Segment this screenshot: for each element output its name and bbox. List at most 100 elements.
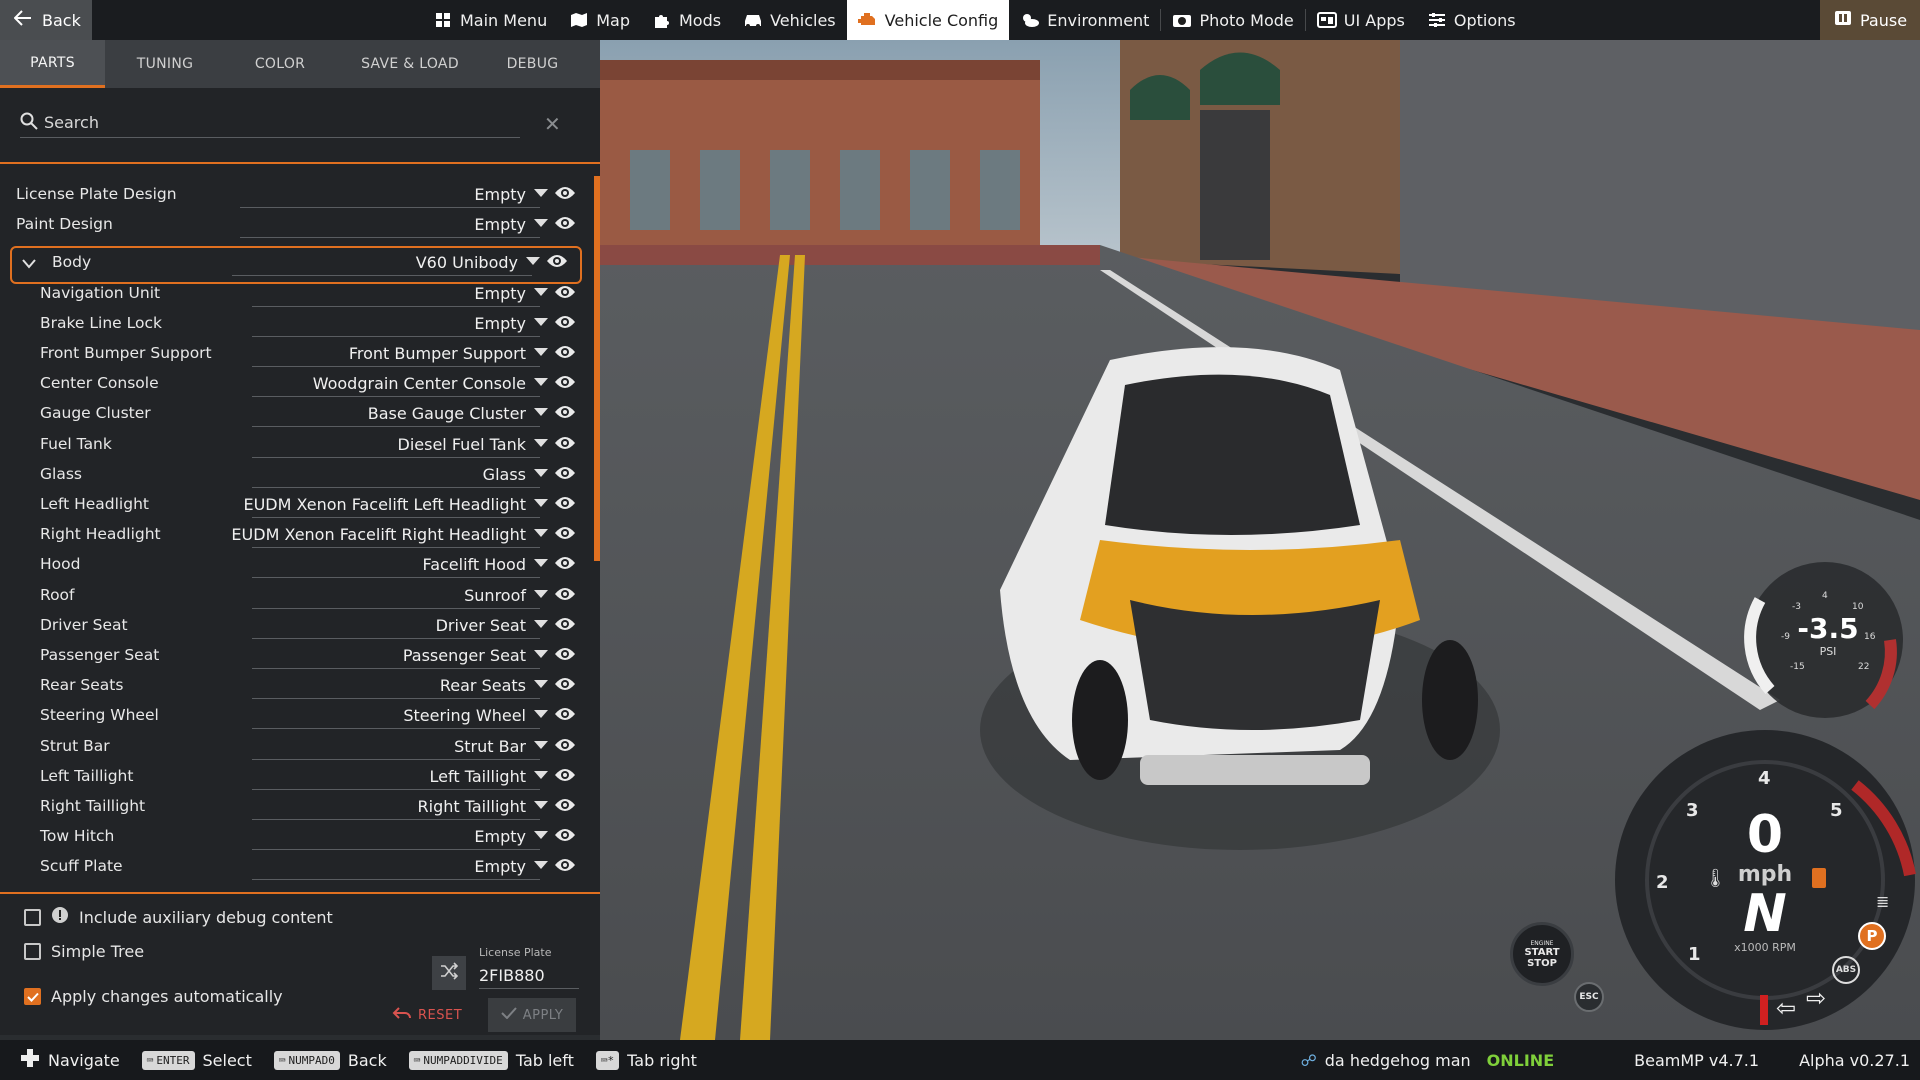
tab-parts[interactable]: PARTS <box>0 40 105 88</box>
eye-icon[interactable] <box>554 284 576 300</box>
eye-icon[interactable] <box>554 435 576 451</box>
part-dropdown-value[interactable]: Empty <box>474 284 526 303</box>
part-dropdown-value[interactable]: Empty <box>474 215 526 234</box>
eye-icon[interactable] <box>554 646 576 662</box>
tab-tuning[interactable]: TUNING <box>105 40 225 88</box>
apply-button[interactable]: APPLY <box>488 998 576 1032</box>
part-row[interactable]: Right Headlight EUDM Xenon Facelift Right… <box>0 520 600 550</box>
eye-icon[interactable] <box>554 215 576 231</box>
part-dropdown-value[interactable]: Passenger Seat <box>403 646 526 665</box>
dropdown-arrow-icon[interactable] <box>534 680 548 689</box>
esc-button[interactable]: ESC <box>1574 982 1604 1012</box>
reset-button[interactable]: RESET <box>392 1006 462 1024</box>
part-dropdown-value[interactable]: Facelift Hood <box>422 555 526 574</box>
part-row[interactable]: Front Bumper Support Front Bumper Support <box>0 339 600 369</box>
simple-tree-checkbox[interactable] <box>24 943 41 960</box>
eye-icon[interactable] <box>554 767 576 783</box>
part-dropdown-value[interactable]: Front Bumper Support <box>349 344 526 363</box>
pause-button[interactable]: Pause <box>1820 0 1920 40</box>
dropdown-arrow-icon[interactable] <box>534 650 548 658</box>
simple-tree-option[interactable]: Simple Tree <box>24 942 144 961</box>
part-dropdown-value[interactable]: Empty <box>474 185 526 204</box>
eye-icon[interactable] <box>554 525 576 541</box>
part-row[interactable]: Right Taillight Right Taillight <box>0 792 600 822</box>
part-row[interactable]: Left Headlight EUDM Xenon Facelift Left H… <box>0 490 600 520</box>
part-row[interactable]: Brake Line Lock Empty <box>0 309 600 339</box>
part-dropdown-value[interactable]: Rear Seats <box>440 676 526 695</box>
close-icon[interactable]: ✕ <box>544 112 561 136</box>
part-dropdown-value[interactable]: Glass <box>483 465 526 484</box>
dropdown-arrow-icon[interactable] <box>534 589 548 598</box>
nav-map[interactable]: Map <box>558 0 641 40</box>
eye-icon[interactable] <box>554 344 576 360</box>
aux-debug-checkbox[interactable] <box>24 908 41 926</box>
nav-mods[interactable]: Mods <box>641 0 732 40</box>
dropdown-arrow-icon[interactable] <box>534 619 548 628</box>
dropdown-arrow-icon[interactable] <box>534 408 548 417</box>
nav-ui-apps[interactable]: UI Apps <box>1306 0 1416 40</box>
part-row[interactable]: Paint Design Empty <box>0 210 600 240</box>
dropdown-arrow-icon[interactable] <box>534 831 548 840</box>
nav-vehicle-config[interactable]: Vehicle Config <box>846 0 1010 40</box>
dropdown-arrow-icon[interactable] <box>534 438 548 447</box>
apply-auto-option[interactable]: Apply changes automatically <box>24 987 283 1006</box>
part-row[interactable]: Roof Sunroof <box>0 581 600 611</box>
aux-debug-option[interactable]: Include auxiliary debug content <box>24 906 333 928</box>
eye-icon[interactable] <box>554 797 576 813</box>
part-dropdown-value[interactable]: Left Taillight <box>430 767 526 786</box>
part-row[interactable]: Passenger Seat Passenger Seat <box>0 641 600 671</box>
eye-icon[interactable] <box>554 827 576 843</box>
part-dropdown-value[interactable]: Right Taillight <box>418 797 527 816</box>
part-dropdown-value[interactable]: EUDM Xenon Facelift Left Headlight <box>243 495 526 514</box>
dropdown-arrow-icon[interactable] <box>534 710 548 719</box>
chevron-down-icon[interactable] <box>22 254 36 273</box>
part-dropdown-value[interactable]: Woodgrain Center Console <box>313 374 526 393</box>
part-row[interactable]: Hood Facelift Hood <box>0 550 600 580</box>
eye-icon[interactable] <box>554 737 576 753</box>
dropdown-arrow-icon[interactable] <box>534 770 548 779</box>
dropdown-arrow-icon[interactable] <box>526 257 540 266</box>
part-row[interactable]: Steering Wheel Steering Wheel <box>0 701 600 731</box>
dropdown-arrow-icon[interactable] <box>534 219 548 228</box>
apply-auto-checkbox[interactable] <box>24 988 41 1005</box>
eye-icon[interactable] <box>554 465 576 481</box>
dropdown-arrow-icon[interactable] <box>534 861 548 870</box>
nav-photo-mode[interactable]: Photo Mode <box>1161 0 1304 40</box>
part-row[interactable]: Center Console Woodgrain Center Console <box>0 369 600 399</box>
eye-icon[interactable] <box>554 616 576 632</box>
part-dropdown-value[interactable]: V60 Unibody <box>416 253 518 272</box>
part-row[interactable]: License Plate Design Empty <box>0 180 600 210</box>
back-button[interactable]: Back <box>0 0 92 40</box>
part-dropdown-value[interactable]: Base Gauge Cluster <box>368 404 526 423</box>
eye-icon[interactable] <box>554 676 576 692</box>
part-row[interactable]: Gauge Cluster Base Gauge Cluster <box>0 399 600 429</box>
license-plate-input[interactable]: 2FIB880 <box>479 966 579 989</box>
dropdown-arrow-icon[interactable] <box>534 499 548 507</box>
part-dropdown-value[interactable]: Diesel Fuel Tank <box>398 435 527 454</box>
randomize-plate-button[interactable] <box>432 956 466 990</box>
part-row[interactable]: Strut Bar Strut Bar <box>0 732 600 762</box>
eye-icon[interactable] <box>554 404 576 420</box>
part-row[interactable]: Scuff Plate Empty <box>0 852 600 882</box>
eye-icon[interactable] <box>554 185 576 201</box>
part-row[interactable]: Glass Glass <box>0 460 600 490</box>
part-row[interactable]: Body V60 Unibody <box>10 246 582 285</box>
tab-debug[interactable]: DEBUG <box>485 40 580 88</box>
tab-save-load[interactable]: SAVE & LOAD <box>335 40 485 88</box>
part-dropdown-value[interactable]: EUDM Xenon Facelift Right Headlight <box>231 525 526 544</box>
part-row[interactable]: Tow Hitch Empty <box>0 822 600 852</box>
part-dropdown-value[interactable]: Empty <box>474 827 526 846</box>
part-dropdown-value[interactable]: Empty <box>474 857 526 876</box>
eye-icon[interactable] <box>546 253 568 269</box>
nav-options[interactable]: Options <box>1416 0 1527 40</box>
eye-icon[interactable] <box>554 555 576 571</box>
eye-icon[interactable] <box>554 374 576 390</box>
dropdown-arrow-icon[interactable] <box>534 559 548 568</box>
dropdown-arrow-icon[interactable] <box>534 378 548 387</box>
eye-icon[interactable] <box>554 857 576 873</box>
part-dropdown-value[interactable]: Steering Wheel <box>403 706 526 725</box>
part-row[interactable]: Fuel Tank Diesel Fuel Tank <box>0 430 600 460</box>
part-row[interactable]: Left Taillight Left Taillight <box>0 762 600 792</box>
nav-vehicles[interactable]: Vehicles <box>732 0 847 40</box>
dropdown-arrow-icon[interactable] <box>534 529 548 538</box>
